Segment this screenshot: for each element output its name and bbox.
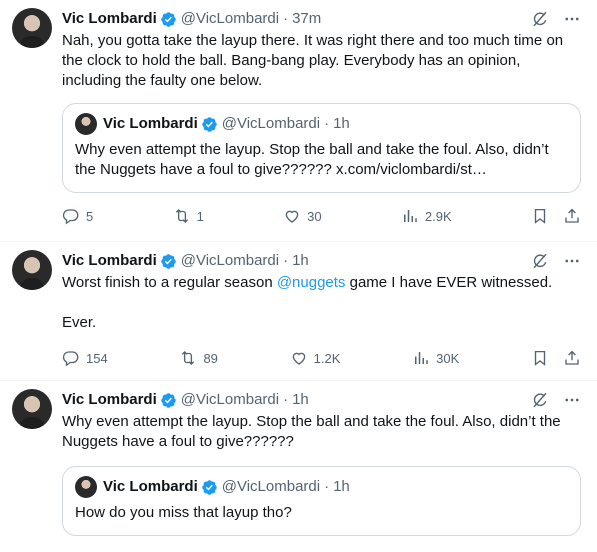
author-handle[interactable]: @VicLombardi (181, 251, 279, 271)
views-count: 2.9K (424, 208, 452, 224)
author-handle[interactable]: @VicLombardi (181, 390, 279, 410)
action-bar: 5 1 30 2.9K (62, 197, 581, 235)
tweet-header: Vic Lombardi @VicLombardi · 1h (62, 251, 309, 271)
like-icon (292, 352, 305, 365)
tweet-text: Worst finish to a regular season @nugget… (62, 274, 553, 331)
like-button[interactable]: 1.2K (290, 349, 341, 367)
bookmark-icon[interactable] (531, 349, 549, 367)
share-icon[interactable] (563, 207, 581, 225)
views-icon (415, 352, 428, 364)
quoted-tweet-text: How do you miss that layup tho? (75, 504, 292, 521)
timeline-feed: Vic Lombardi @VicLombardi · 37m Nah, you… (0, 0, 597, 552)
tweet-header: Vic Lombardi @VicLombardi · 37m (62, 9, 322, 29)
like-button[interactable]: 30 (283, 207, 322, 225)
verified-badge-icon (201, 479, 217, 495)
quoted-author-handle: @VicLombardi (221, 115, 321, 132)
reply-button[interactable]: 5 (62, 207, 93, 225)
repost-button[interactable]: 89 (179, 349, 218, 367)
author-handle[interactable]: @VicLombardi (181, 9, 279, 29)
reply-icon (62, 351, 79, 367)
tweet-text: Why even attempt the layup. Stop the bal… (62, 413, 565, 450)
share-icon[interactable] (563, 349, 581, 367)
timestamp[interactable]: 37m (292, 9, 321, 29)
quoted-tweet[interactable]: Vic Lombardi @VicLombardi · 1h Why even … (62, 103, 581, 193)
repost-count: 1 (196, 208, 204, 224)
views-count: 30K (436, 350, 460, 366)
bookmark-icon[interactable] (531, 207, 549, 225)
like-count: 1.2K (313, 350, 341, 366)
verified-badge-icon (160, 11, 176, 27)
quoted-tweet-text: Why even attempt the layup. Stop the bal… (75, 141, 553, 178)
tweet-text: Nah, you gotta take the layup there. It … (62, 32, 568, 89)
action-bar: 154 89 1.2K 30K (62, 339, 581, 377)
quoted-timestamp: 1h (333, 478, 350, 495)
avatar[interactable] (12, 389, 52, 429)
grok-icon[interactable] (531, 10, 549, 28)
verified-badge-icon (160, 392, 176, 408)
mention-link[interactable]: @nuggets (277, 274, 346, 291)
quoted-avatar (75, 113, 97, 135)
avatar[interactable] (12, 250, 52, 290)
timestamp[interactable]: 1h (292, 390, 309, 410)
views-button[interactable]: 2.9K (401, 207, 452, 225)
tweet[interactable]: Vic Lombardi @VicLombardi · 37m Nah, you… (0, 0, 597, 242)
like-icon (285, 210, 299, 223)
repost-count: 89 (203, 350, 218, 366)
avatar[interactable] (12, 8, 52, 48)
quoted-tweet[interactable]: Vic Lombardi @VicLombardi · 1h How do yo… (62, 466, 581, 536)
tweet-header: Vic Lombardi @VicLombardi · 1h (62, 390, 309, 410)
reply-button[interactable]: 154 (62, 349, 108, 367)
views-icon (403, 210, 417, 222)
verified-badge-icon (160, 253, 176, 269)
reply-count: 5 (86, 208, 94, 224)
more-icon[interactable] (563, 252, 581, 270)
reply-count: 154 (86, 350, 108, 366)
quoted-author-name: Vic Lombardi (103, 478, 198, 495)
verified-badge-icon (201, 116, 217, 132)
repost-icon (175, 209, 188, 223)
timestamp[interactable]: 1h (292, 251, 309, 271)
quoted-author-handle: @VicLombardi (221, 478, 321, 495)
grok-icon[interactable] (531, 391, 549, 409)
more-icon[interactable] (563, 391, 581, 409)
quoted-author-name: Vic Lombardi (103, 115, 198, 132)
quoted-avatar (75, 476, 97, 498)
author-name[interactable]: Vic Lombardi (62, 251, 157, 271)
repost-button[interactable]: 1 (173, 207, 204, 225)
author-name[interactable]: Vic Lombardi (62, 9, 157, 29)
quoted-timestamp: 1h (333, 115, 350, 132)
repost-icon (182, 351, 195, 365)
tweet[interactable]: Vic Lombardi @VicLombardi · 1h Worst fin… (0, 242, 597, 381)
grok-icon[interactable] (531, 252, 549, 270)
more-icon[interactable] (563, 10, 581, 28)
views-button[interactable]: 30K (412, 349, 459, 367)
like-count: 30 (307, 208, 322, 224)
tweet[interactable]: Vic Lombardi @VicLombardi · 1h Why even … (0, 381, 597, 552)
author-name[interactable]: Vic Lombardi (62, 390, 157, 410)
reply-icon (62, 209, 79, 225)
